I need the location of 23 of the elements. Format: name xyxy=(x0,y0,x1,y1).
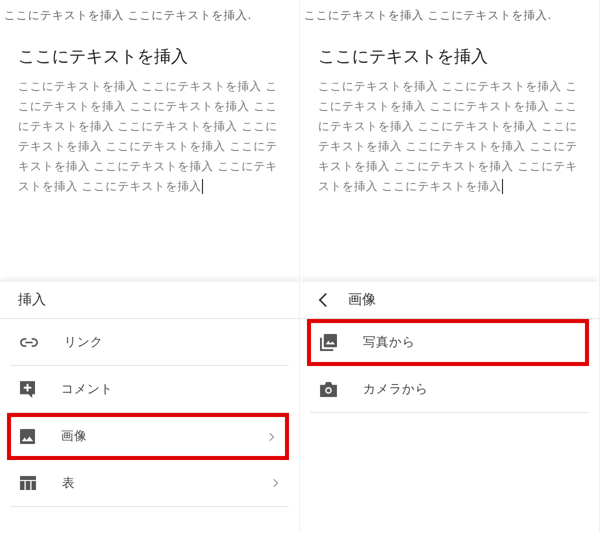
document-heading: ここにテキストを挿入 xyxy=(318,46,489,68)
sheet-title: 挿入 xyxy=(18,291,46,309)
body-text: ここにテキストを挿入 ここにテキストを挿入 ここにテキストを挿入 ここにテキストを挿入 ここにテキストを挿入 ここにテキストを挿入 ここにテキストを挿入 ここにテキストを挿入 ここにテキストを挿入 ここにテキストを挿入 ここにテキストを挿入 ここにテキストを挿入 xyxy=(18,76,288,196)
menu-item[interactable]: コメント xyxy=(10,366,289,413)
document-heading: ここにテキストを挿入 xyxy=(18,46,189,68)
menu-item[interactable]: 画像 xyxy=(7,413,289,460)
photo-library-icon xyxy=(320,334,337,351)
body-text: ここにテキストを挿入 ここにテキストを挿入. xyxy=(303,8,552,23)
body-text: ここにテキストを挿入 ここにテキストを挿入 ここにテキストを挿入 ここにテキストを挿入 ここにテキストを挿入 ここにテキストを挿入 ここにテキストを挿入 ここにテキストを挿入 ここにテキストを挿入 ここにテキストを挿入 ここにテキストを挿入 ここにテキストを挿入 xyxy=(318,76,588,196)
chevron-right-icon xyxy=(273,478,279,488)
chevron-right-icon xyxy=(269,432,275,442)
sheet-title: 画像 xyxy=(348,291,376,309)
menu-item[interactable]: カメラから xyxy=(310,366,589,413)
table-icon xyxy=(20,476,36,490)
menu-item[interactable]: 写真から xyxy=(307,319,589,366)
add-comment-icon xyxy=(20,380,35,398)
body-text: ここにテキストを挿入 ここにテキストを挿入. xyxy=(3,8,252,23)
image-icon xyxy=(20,429,35,444)
menu-item[interactable]: リンク xyxy=(10,319,289,366)
camera-icon xyxy=(320,382,337,396)
link-icon xyxy=(20,338,38,346)
back-icon[interactable] xyxy=(318,292,328,308)
menu-item[interactable]: 表 xyxy=(10,460,289,507)
